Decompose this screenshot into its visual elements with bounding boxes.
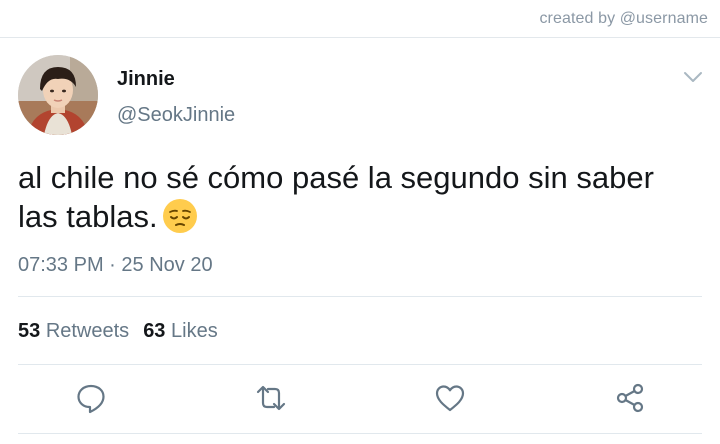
created-by-watermark: created by @username [539, 10, 708, 27]
reply-icon[interactable] [74, 381, 108, 415]
author-display-name[interactable]: Jinnie [117, 68, 175, 91]
likes-label: Likes [171, 320, 218, 342]
retweet-icon[interactable] [254, 381, 288, 415]
divider [18, 364, 702, 365]
tweet-text-line-2-text: las tablas. [18, 199, 158, 234]
author-handle[interactable]: @SeokJinnie [117, 104, 235, 127]
tweet-date: 25 Nov 20 [121, 254, 213, 276]
chevron-down-icon[interactable] [680, 66, 706, 88]
retweets-stat[interactable]: 53 Retweets [18, 320, 129, 343]
tweet-time: 07:33 PM [18, 254, 104, 276]
avatar[interactable] [18, 55, 98, 135]
tweet-stats: 53 Retweets 63 Likes [18, 320, 218, 343]
share-icon[interactable] [613, 381, 647, 415]
pensive-face-icon [162, 198, 198, 234]
timestamp-separator: · [109, 254, 116, 276]
tweet-timestamp[interactable]: 07:33 PM · 25 Nov 20 [18, 254, 213, 277]
tweet-text-line-2: las tablas. [18, 197, 708, 236]
divider [18, 296, 702, 297]
header-divider [0, 37, 720, 38]
retweets-label: Retweets [45, 320, 130, 342]
divider [18, 433, 702, 434]
likes-count: 63 [143, 320, 166, 342]
tweet-text: al chile no sé cómo pasé la segundo sin … [18, 158, 708, 236]
like-icon[interactable] [433, 381, 467, 415]
retweets-count: 53 [18, 320, 41, 342]
tweet-text-line-1: al chile no sé cómo pasé la segundo sin … [18, 160, 654, 195]
likes-stat[interactable]: 63 Likes [143, 320, 218, 343]
